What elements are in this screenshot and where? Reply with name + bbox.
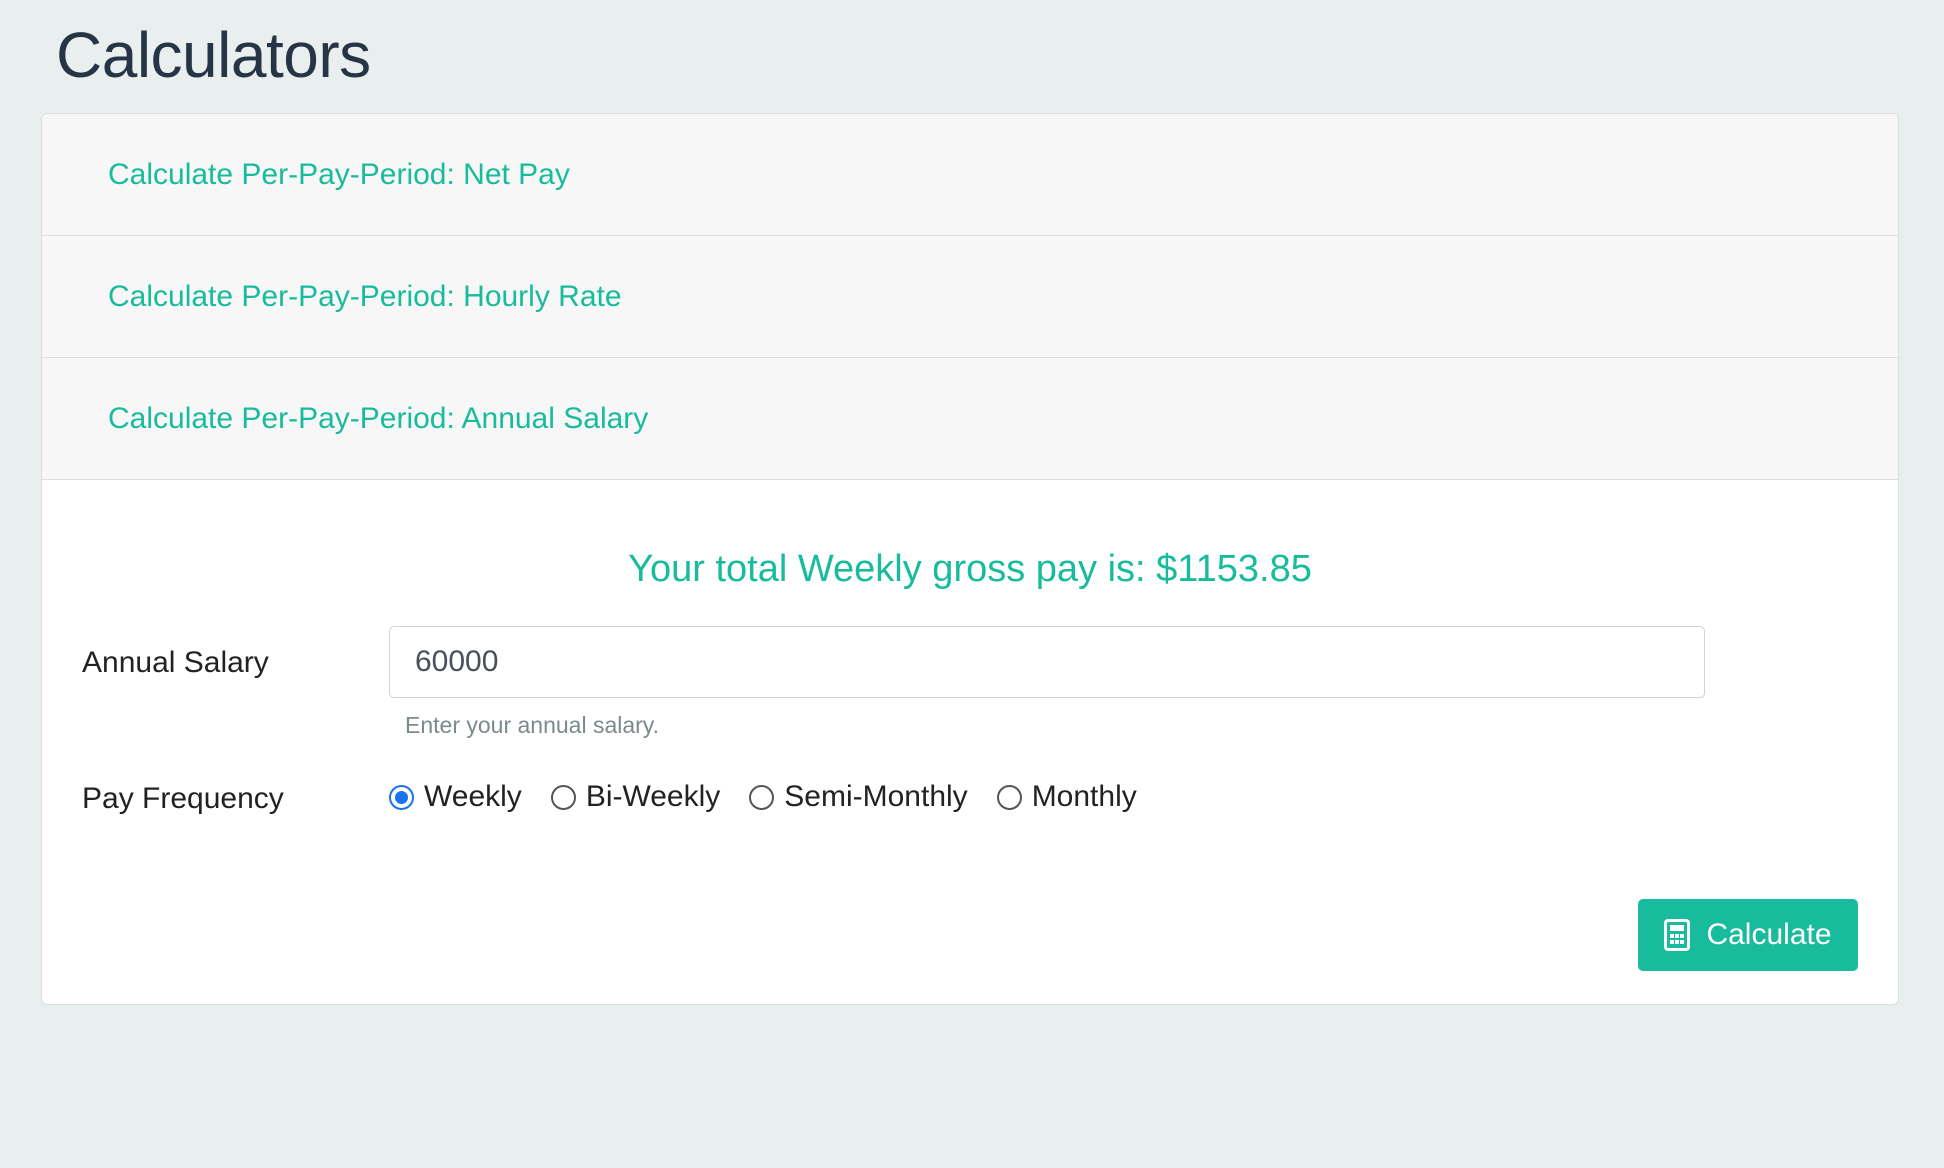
radio-bi-weekly[interactable]: [550, 784, 576, 810]
frequency-option-monthly[interactable]: Monthly: [996, 780, 1137, 814]
calculator-card: Calculate Per-Pay-Period: Net Pay Calcul…: [41, 113, 1899, 1005]
calculator-icon: [1664, 919, 1691, 951]
radio-bi-weekly-label: Bi-Weekly: [585, 780, 721, 813]
frequency-option-semi-monthly[interactable]: Semi-Monthly: [749, 780, 968, 814]
radio-monthly-label: Monthly: [1031, 780, 1137, 813]
frequency-option-weekly[interactable]: Weekly: [389, 780, 522, 814]
accordion-hourly-rate[interactable]: Calculate Per-Pay-Period: Hourly Rate: [42, 236, 1898, 358]
radio-semi-monthly-label: Semi-Monthly: [784, 780, 968, 813]
accordion-net-pay[interactable]: Calculate Per-Pay-Period: Net Pay: [42, 114, 1898, 236]
radio-weekly[interactable]: [389, 784, 414, 810]
radio-semi-monthly[interactable]: [749, 784, 775, 810]
calculate-button[interactable]: Calculate: [1638, 899, 1858, 971]
annual-salary-panel: Your total Weekly gross pay is: $1153.85…: [42, 480, 1898, 1004]
pay-frequency-label: Pay Frequency: [82, 782, 284, 815]
calculate-button-label: Calculate: [1706, 918, 1832, 951]
radio-weekly-label: Weekly: [424, 780, 522, 813]
accordion-net-pay-label: Calculate Per-Pay-Period: Net Pay: [108, 157, 570, 191]
annual-salary-help: Enter your annual salary.: [405, 712, 659, 738]
frequency-option-bi-weekly[interactable]: Bi-Weekly: [550, 780, 721, 814]
annual-salary-input[interactable]: [389, 626, 1705, 698]
pay-frequency-options: Weekly Bi-Weekly Semi-Monthly Monthly: [389, 780, 1166, 814]
accordion-hourly-rate-label: Calculate Per-Pay-Period: Hourly Rate: [108, 279, 622, 313]
page-title: Calculators: [56, 19, 371, 91]
accordion-annual-salary-label: Calculate Per-Pay-Period: Annual Salary: [108, 401, 649, 435]
accordion-annual-salary[interactable]: Calculate Per-Pay-Period: Annual Salary: [42, 358, 1898, 480]
gross-pay-result: Your total Weekly gross pay is: $1153.85: [628, 548, 1312, 590]
annual-salary-label: Annual Salary: [82, 646, 269, 679]
radio-monthly[interactable]: [996, 784, 1022, 810]
